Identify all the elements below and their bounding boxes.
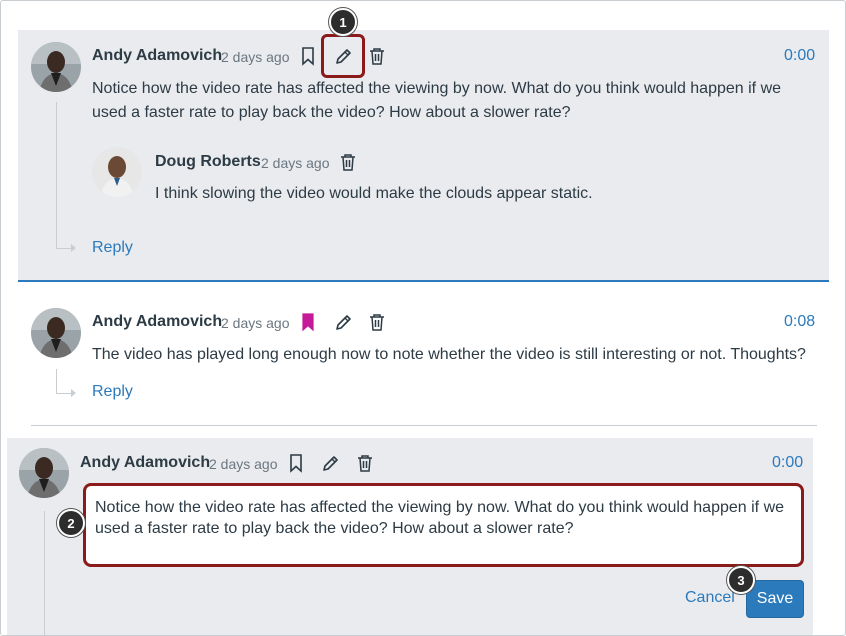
trash-icon[interactable] [368, 46, 386, 66]
trash-icon[interactable] [368, 312, 386, 332]
avatar [92, 147, 142, 197]
cancel-button[interactable]: Cancel [685, 589, 735, 607]
divider [31, 425, 817, 426]
reply-link[interactable]: Reply [92, 239, 133, 257]
bookmark-icon[interactable] [287, 453, 305, 473]
callout-2: 2 [57, 509, 85, 537]
post-time: 2 days ago [221, 49, 290, 65]
entry-panel-highlighted [18, 30, 829, 282]
thread-arrow [71, 244, 76, 252]
author-name: Doug Roberts [155, 153, 261, 170]
callout-1: 1 [329, 8, 357, 36]
pencil-icon[interactable] [334, 312, 352, 332]
thread-line [56, 102, 72, 249]
bookmark-icon[interactable] [299, 46, 317, 66]
entry-body: Notice how the video rate has affected t… [92, 80, 782, 121]
author-name: Andy Adamovich [92, 47, 223, 64]
pencil-icon[interactable] [321, 453, 339, 473]
bookmark-filled-icon[interactable] [299, 312, 317, 332]
callout-3: 3 [727, 566, 755, 594]
post-time: 2 days ago [261, 155, 330, 171]
reply-link[interactable]: Reply [92, 383, 133, 401]
avatar [31, 42, 81, 92]
thread-arrow [71, 389, 76, 397]
thread-line [56, 369, 72, 394]
save-button[interactable]: Save [746, 580, 804, 618]
video-timestamp[interactable]: 0:00 [772, 454, 803, 472]
video-timestamp[interactable]: 0:00 [784, 47, 815, 65]
thread-line [44, 511, 45, 635]
trash-icon[interactable] [339, 152, 357, 172]
entry-body: The video has played long enough now to … [92, 346, 806, 363]
reply-body: I think slowing the video would make the… [155, 185, 593, 202]
edit-highlight [321, 34, 365, 78]
author-name: Andy Adamovich [92, 313, 223, 330]
post-time: 2 days ago [221, 315, 290, 331]
trash-icon[interactable] [356, 453, 374, 473]
discussion-frame: Andy Adamovich 2 days ago 0:00 Notice ho… [0, 0, 846, 636]
author-name: Andy Adamovich [80, 454, 211, 471]
edit-textarea[interactable]: Notice how the video rate has affected t… [83, 483, 804, 567]
video-timestamp[interactable]: 0:08 [784, 313, 815, 331]
avatar [19, 448, 69, 498]
post-time: 2 days ago [209, 456, 278, 472]
avatar [31, 308, 81, 358]
